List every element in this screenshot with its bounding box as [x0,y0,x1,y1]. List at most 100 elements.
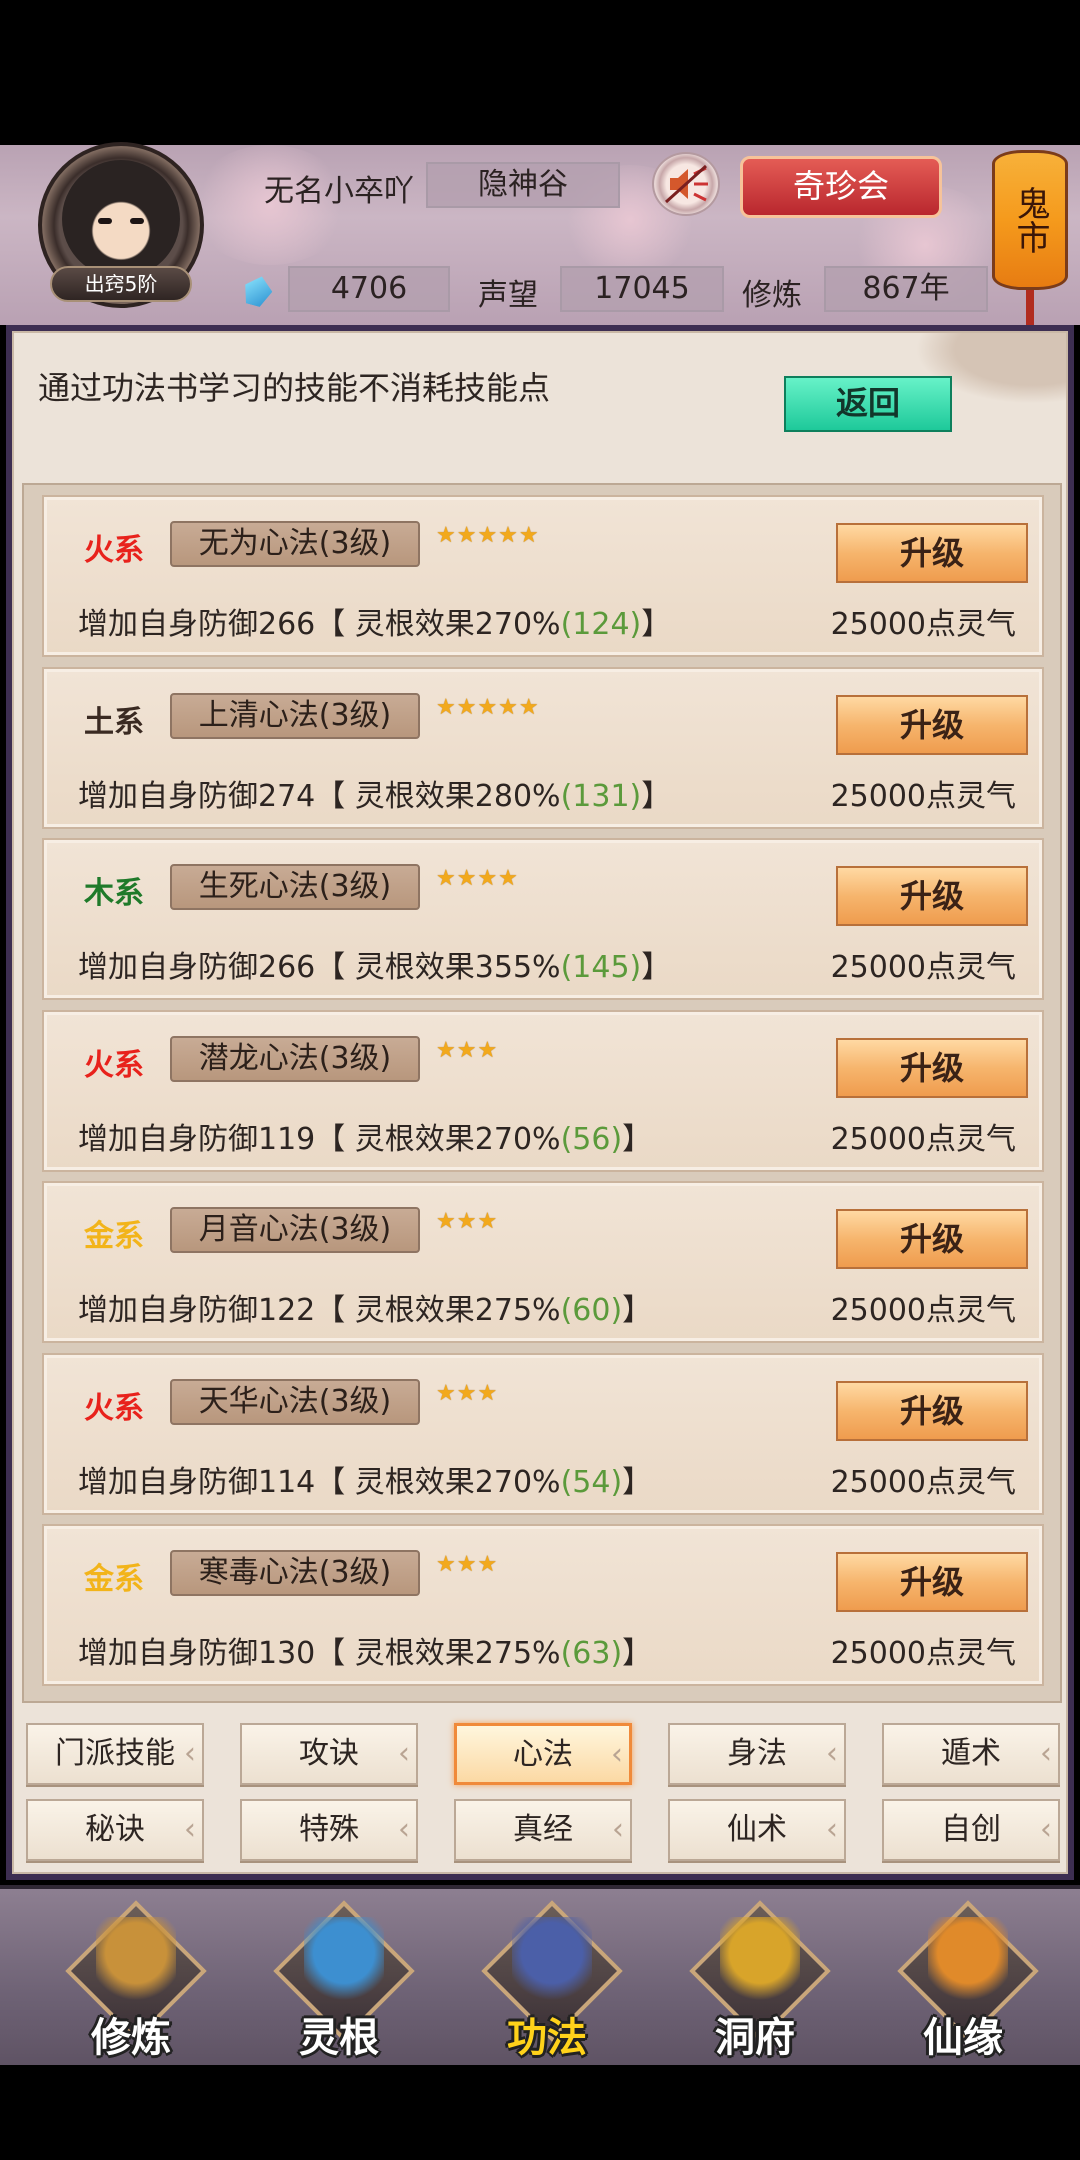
skill-effect: 增加自身防御266【 灵根效果355%(145)】 [78,942,671,986]
element-type: 火系 [84,1390,144,1426]
star-rating: ★★★ [436,1209,499,1234]
back-button[interactable]: 返回 [784,376,952,432]
sound-toggle-button[interactable] [652,152,720,216]
nav-book[interactable]: 功法 [472,1900,623,2069]
tab-5[interactable]: 秘诀 [26,1799,204,1861]
effect-text: 增加自身防御274【 灵根效果280% [78,778,561,814]
effect-bracket: 】 [641,778,672,814]
tab-3[interactable]: 身法 [668,1723,846,1785]
upgrade-button[interactable]: 升级 [836,694,1028,755]
effect-text: 增加自身防御266【 灵根效果270% [78,607,561,642]
effect-bracket: 】 [641,607,672,642]
tab-7[interactable]: 真经 [454,1799,632,1861]
nav-sword[interactable]: 灵根 [264,1900,415,2069]
effect-bonus: (60) [560,1293,623,1328]
upgrade-button[interactable]: 升级 [836,523,1028,583]
star-rating: ★★★ [436,1552,499,1577]
element-type: 土系 [84,704,144,740]
effect-bonus: (56) [560,1121,623,1157]
skill-effect: 增加自身防御130【 灵根效果275%(63)】 [78,1628,652,1672]
avatar[interactable] [62,160,180,278]
tab-9[interactable]: 自创 [882,1799,1060,1861]
hint-text: 通过功法书学习的技能不消耗技能点 [38,369,551,407]
skill-card[interactable]: 火系 天华心法(3级) ★★★ 升级 增加自身防御114【 灵根效果270%(5… [42,1352,1044,1515]
effect-bracket: 】 [622,1636,653,1671]
tab-8[interactable]: 仙术 [668,1799,846,1861]
reputation-value: 17045 [560,266,724,312]
element-type: 火系 [84,533,144,568]
skill-name: 寒毒心法(3级) [170,1550,420,1596]
rank-badge: 出窍5阶 [50,266,192,302]
skill-list[interactable]: 火系 无为心法(3级) ★★★★★ 升级 增加自身防御266【 灵根效果270%… [22,483,1062,1703]
nav-label: 修炼 [91,2015,171,2061]
effect-text: 增加自身防御130【 灵根效果275% [78,1636,561,1671]
skill-card[interactable]: 火系 无为心法(3级) ★★★★★ 升级 增加自身防御266【 灵根效果270%… [42,495,1044,657]
sword-icon [304,1917,384,2007]
ghost-market-lantern[interactable]: 鬼市 [992,150,1068,290]
skill-card[interactable]: 木系 生死心法(3级) ★★★★ 升级 增加自身防御266【 灵根效果355%(… [42,838,1044,1000]
element-type: 金系 [84,1219,144,1254]
gem-count: 4706 [288,266,450,312]
upgrade-button[interactable]: 升级 [836,1037,1028,1098]
reputation-label: 声望 [478,278,538,313]
pavilion-icon [720,1917,800,2007]
effect-text: 增加自身防御266【 灵根效果355% [78,950,561,985]
skill-effect: 增加自身防御274【 灵根效果280%(131)】 [78,771,671,815]
effect-bracket: 】 [622,1293,653,1328]
upgrade-button[interactable]: 升级 [836,1209,1028,1269]
effect-bracket: 】 [641,950,672,985]
star-rating: ★★★★★ [436,694,540,720]
skill-card[interactable]: 金系 月音心法(3级) ★★★ 升级 增加自身防御122【 灵根效果275%(6… [42,1181,1044,1343]
nav-pavilion[interactable]: 洞府 [680,1900,831,2069]
upgrade-cost: 25000点灵气 [830,607,1016,642]
tab-6[interactable]: 特殊 [240,1799,418,1861]
upgrade-cost: 25000点灵气 [830,1636,1016,1671]
skill-card[interactable]: 土系 上清心法(3级) ★★★★★ 升级 增加自身防御274【 灵根效果280%… [42,666,1044,829]
element-type: 金系 [84,1562,144,1597]
effect-bracket: 】 [622,1464,653,1500]
skill-effect: 增加自身防御122【 灵根效果275%(60)】 [78,1285,652,1329]
nav-gourd[interactable]: 仙缘 [888,1900,1039,2069]
tab-1[interactable]: 攻诀 [240,1723,418,1785]
screen-bottom-bar [0,2065,1080,2160]
tab-0[interactable]: 门派技能 [26,1723,204,1785]
effect-bonus: (124) [560,607,642,642]
category-tabs: 门派技能攻诀心法身法遁术秘诀特殊真经仙术自创 [22,1723,1062,1873]
nav-label: 灵根 [299,2015,379,2061]
treasure-fair-button[interactable]: 奇珍会 [740,156,942,218]
monk-icon [96,1917,176,2007]
skill-card[interactable]: 金系 寒毒心法(3级) ★★★ 升级 增加自身防御130【 灵根效果275%(6… [42,1524,1044,1686]
effect-bonus: (145) [560,950,642,985]
effect-bracket: 】 [622,1121,653,1157]
effect-text: 增加自身防御119【 灵根效果270% [78,1121,561,1157]
skill-card[interactable]: 火系 潜龙心法(3级) ★★★ 升级 增加自身防御119【 灵根效果270%(5… [42,1009,1044,1172]
effect-text: 增加自身防御114【 灵根效果270% [78,1464,561,1500]
nav-label: 仙缘 [923,2015,1003,2061]
book-icon [512,1917,592,2007]
skill-effect: 增加自身防御266【 灵根效果270%(124)】 [78,599,671,643]
upgrade-button[interactable]: 升级 [836,866,1028,926]
speaker-muted-icon [664,164,708,204]
tab-4[interactable]: 遁术 [882,1723,1060,1785]
star-rating: ★★★ [436,1380,499,1406]
upgrade-button[interactable]: 升级 [836,1380,1028,1441]
sect-name: 隐神谷 [426,162,620,208]
nav-monk[interactable]: 修炼 [56,1900,207,2069]
player-name: 无名小卒吖 [264,174,414,209]
upgrade-cost: 25000点灵气 [830,778,1016,814]
skill-name: 上清心法(3级) [170,692,420,739]
skill-name: 天华心法(3级) [170,1378,420,1425]
effect-text: 增加自身防御122【 灵根效果275% [78,1293,561,1328]
nav-label: 洞府 [715,2015,795,2061]
effect-bonus: (63) [560,1636,623,1671]
tab-2[interactable]: 心法 [454,1723,632,1785]
skill-panel: 通过功法书学习的技能不消耗技能点 返回 火系 无为心法(3级) ★★★★★ 升级… [6,325,1074,1880]
star-rating: ★★★★★ [436,523,540,548]
skill-name: 潜龙心法(3级) [170,1035,420,1082]
cultivation-value: 867年 [824,266,988,312]
bottom-nav: 修炼 灵根 功法 洞府 仙缘 [0,1885,1080,2065]
upgrade-button[interactable]: 升级 [836,1552,1028,1612]
cultivation-label: 修炼 [742,278,802,313]
skill-effect: 增加自身防御119【 灵根效果270%(56)】 [78,1114,652,1158]
upgrade-cost: 25000点灵气 [830,1464,1016,1500]
